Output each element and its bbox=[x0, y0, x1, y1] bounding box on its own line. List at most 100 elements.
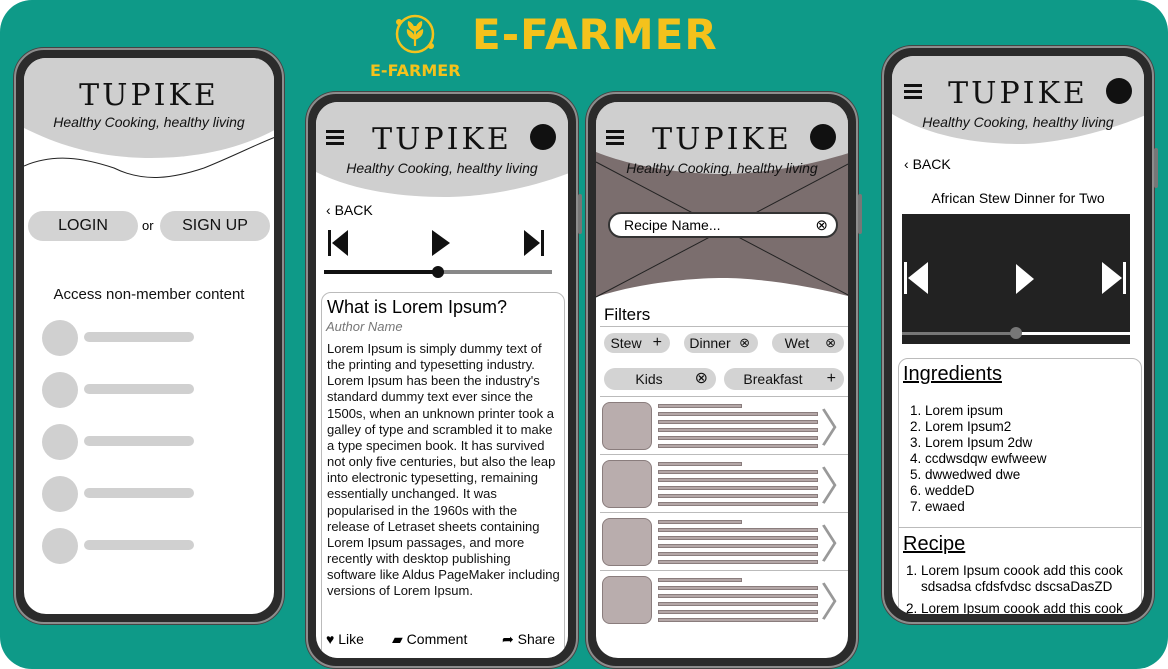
search-screen: TUPIKE Healthy Cooking, healthy living R… bbox=[596, 102, 848, 658]
share-button[interactable]: ➦ Share bbox=[502, 631, 555, 648]
text-placeholder bbox=[658, 536, 818, 540]
back-link[interactable]: ‹ BACK bbox=[904, 156, 951, 172]
close-icon: ⊗ bbox=[694, 370, 708, 387]
article-title: What is Lorem Ipsum? bbox=[327, 297, 508, 317]
chip-label: Wet bbox=[784, 335, 810, 351]
back-link[interactable]: ‹ BACK bbox=[326, 202, 373, 218]
recipe-steps: Lorem Ipsum coook add this cook sdsadsa … bbox=[921, 563, 1137, 614]
video-controls bbox=[904, 262, 1126, 294]
text-placeholder bbox=[658, 520, 742, 524]
text-placeholder bbox=[658, 602, 818, 606]
skip-forward-icon[interactable] bbox=[1102, 262, 1126, 294]
divider bbox=[600, 454, 848, 455]
text-placeholder bbox=[658, 412, 818, 416]
text-placeholder bbox=[658, 436, 818, 440]
phone-login: TUPIKE Healthy Cooking, healthy living L… bbox=[14, 48, 284, 624]
recipe-thumbnail bbox=[602, 576, 652, 624]
plus-icon: + bbox=[652, 334, 662, 351]
app-logo: TUPIKE bbox=[79, 78, 219, 113]
comment-label: Comment bbox=[406, 631, 468, 647]
login-screen: TUPIKE Healthy Cooking, healthy living L… bbox=[24, 58, 274, 614]
article-actions: ♥ Like ▰ Comment ➦ Share bbox=[322, 629, 564, 653]
avatar-placeholder bbox=[42, 372, 78, 408]
text-placeholder bbox=[658, 470, 818, 474]
text-placeholder bbox=[658, 552, 818, 556]
text-placeholder bbox=[658, 586, 818, 590]
close-icon: ⊗ bbox=[739, 335, 750, 350]
recipe-screen: TUPIKE Healthy Cooking, healthy living ‹… bbox=[892, 56, 1144, 614]
avatar-placeholder bbox=[42, 320, 78, 356]
video-player[interactable] bbox=[902, 214, 1130, 344]
text-placeholder bbox=[658, 420, 818, 424]
login-button[interactable]: LOGIN bbox=[28, 211, 138, 241]
ingredient-item: Lorem ipsum bbox=[925, 403, 1047, 419]
app-tagline: Healthy Cooking, healthy living bbox=[53, 114, 245, 130]
play-icon[interactable] bbox=[1016, 264, 1034, 294]
recipe-heading: Recipe bbox=[903, 533, 966, 555]
search-input[interactable]: Recipe Name... ⊗ bbox=[608, 212, 838, 238]
audio-progress-track[interactable] bbox=[324, 266, 552, 278]
recipe-step: Lorem Ipsum coook add this cook sdsadsa … bbox=[921, 563, 1137, 595]
text-placeholder bbox=[658, 494, 818, 498]
video-progress-track[interactable] bbox=[902, 327, 1130, 339]
text-placeholder bbox=[658, 428, 818, 432]
text-placeholder bbox=[658, 578, 742, 582]
recipe-row[interactable]: 〉 bbox=[596, 512, 848, 570]
ingredients-list: Lorem ipsum Lorem Ipsum2 Lorem Ipsum 2dw… bbox=[925, 403, 1047, 515]
phone-recipe: TUPIKE Healthy Cooking, healthy living ‹… bbox=[882, 46, 1158, 624]
app-logo: TUPIKE bbox=[948, 76, 1088, 111]
like-button[interactable]: ♥ Like bbox=[326, 631, 364, 647]
chevron-left-icon: ‹ bbox=[326, 202, 331, 218]
text-placeholder bbox=[84, 384, 194, 394]
video-progress-handle[interactable] bbox=[1010, 327, 1022, 339]
text-placeholder bbox=[658, 478, 818, 482]
text-placeholder bbox=[658, 486, 818, 490]
side-button bbox=[1154, 148, 1158, 188]
skip-forward-icon[interactable] bbox=[524, 230, 544, 256]
article-card: What is Lorem Ipsum? Author Name Lorem I… bbox=[321, 292, 565, 658]
app-logo: TUPIKE bbox=[372, 122, 512, 157]
filter-chip-wet[interactable]: Wet ⊗ bbox=[772, 333, 844, 353]
article-body: Lorem Ipsum is simply dummy text of the … bbox=[327, 341, 560, 599]
filter-chip-stew[interactable]: Stew + bbox=[604, 333, 670, 353]
filter-chip-kids[interactable]: Kids ⊗ bbox=[604, 368, 716, 390]
video-title: African Stew Dinner for Two bbox=[931, 190, 1105, 206]
text-placeholder bbox=[84, 540, 194, 550]
recipe-row[interactable]: 〉 bbox=[596, 454, 848, 512]
signup-button[interactable]: SIGN UP bbox=[160, 211, 270, 241]
audio-progress-fill bbox=[324, 270, 438, 274]
filter-chip-breakfast[interactable]: Breakfast + bbox=[724, 368, 844, 390]
text-placeholder bbox=[84, 488, 194, 498]
comment-button[interactable]: ▰ Comment bbox=[392, 631, 467, 648]
skip-back-icon[interactable] bbox=[328, 230, 348, 256]
chevron-right-icon: 〉 bbox=[820, 396, 848, 454]
app-tagline: Healthy Cooking, healthy living bbox=[346, 160, 538, 176]
clear-search-icon[interactable]: ⊗ bbox=[815, 216, 828, 234]
filters-heading: Filters bbox=[604, 305, 651, 324]
text-placeholder bbox=[658, 560, 818, 564]
video-progress-fill bbox=[902, 332, 1016, 335]
canvas: E-FARMER E-FARMER TUPIKE Healthy Cooking… bbox=[0, 0, 1168, 669]
divider bbox=[899, 527, 1141, 528]
chevron-right-icon: 〉 bbox=[820, 512, 848, 570]
share-label: Share bbox=[517, 631, 555, 647]
article-author: Author Name bbox=[326, 319, 403, 334]
chip-label: Stew bbox=[610, 335, 642, 351]
chevron-right-icon: 〉 bbox=[820, 454, 848, 512]
divider bbox=[600, 396, 848, 397]
text-placeholder bbox=[658, 618, 818, 622]
ingredient-item: Lorem Ipsum 2dw bbox=[925, 435, 1047, 451]
filter-chip-dinner[interactable]: Dinner ⊗ bbox=[684, 333, 758, 353]
chip-label: Kids bbox=[635, 371, 663, 387]
play-icon[interactable] bbox=[432, 230, 450, 256]
recipe-thumbnail bbox=[602, 460, 652, 508]
skip-back-icon[interactable] bbox=[904, 262, 928, 294]
text-placeholder bbox=[84, 332, 194, 342]
app-tagline: Healthy Cooking, healthy living bbox=[626, 160, 818, 176]
recipe-row[interactable]: 〉 bbox=[596, 396, 848, 454]
audio-progress-handle[interactable] bbox=[432, 266, 444, 278]
recipe-row[interactable]: 〉 bbox=[596, 570, 848, 630]
avatar-placeholder bbox=[42, 476, 78, 512]
chevron-left-icon: ‹ bbox=[904, 156, 909, 172]
brand-title: E-FARMER bbox=[472, 10, 718, 59]
